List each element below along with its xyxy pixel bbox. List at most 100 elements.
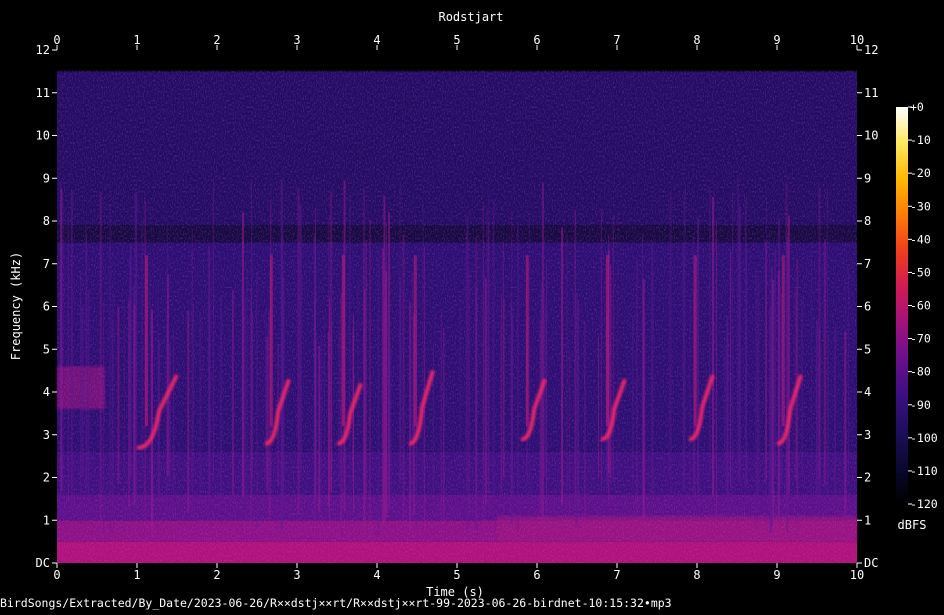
colorbar-strip: [896, 107, 908, 504]
streak: [135, 192, 138, 521]
y-tick-label: 3: [43, 428, 50, 442]
streak: [199, 311, 202, 501]
streak: [99, 192, 102, 528]
streak: [63, 202, 65, 507]
streak: [387, 305, 390, 510]
streak: [528, 211, 530, 513]
x-tick-label: 7: [613, 568, 620, 582]
streak: [834, 327, 837, 501]
streak: [242, 212, 245, 498]
x-axis-bottom: 0 1 2 3 4 5 6 7 8 9 10: [53, 563, 864, 582]
streak: [636, 259, 638, 518]
streak: [465, 230, 467, 492]
streak: [297, 188, 300, 514]
plot-area: [57, 50, 857, 563]
streak: [755, 269, 758, 528]
streak: [168, 345, 171, 487]
y-tick-label: 8: [864, 214, 871, 228]
y-axis-label: Frequency (kHz): [9, 252, 23, 360]
x-tick-label: 8: [693, 33, 700, 47]
streak: [575, 293, 578, 527]
y-tick-label: 2: [864, 471, 871, 485]
x-tick-label: 2: [213, 568, 220, 582]
phrase-harmonic: [693, 255, 697, 427]
y-tick-label: 2: [43, 471, 50, 485]
streak: [689, 300, 691, 503]
x-tick-label: 3: [293, 568, 300, 582]
streak: [70, 189, 73, 513]
streak: [577, 300, 579, 509]
streak: [127, 299, 130, 509]
colorbar-label: dBFS: [898, 518, 927, 532]
streak: [87, 290, 90, 510]
streak: [165, 324, 167, 492]
spectrogram-chart: Rodstjart 0 1 2 3 4 5 6 7 8 9 10 0 1 2 3 4 5 6 7 8 9 10 DC12…: [0, 10, 938, 610]
y-tick-label: 5: [864, 342, 871, 356]
streak: [385, 271, 388, 518]
streak: [736, 178, 739, 479]
streak: [103, 300, 105, 533]
colorbar-tick-label: -20: [910, 166, 931, 180]
x-tick-label: 8: [693, 568, 700, 582]
streak: [584, 322, 586, 534]
streak: [390, 348, 392, 485]
colorbar-tick-label: -80: [910, 365, 931, 379]
streak: [845, 273, 847, 515]
streak: [256, 271, 258, 527]
streak: [756, 338, 758, 514]
x-tick-label: 10: [850, 33, 864, 47]
colorbar: +0 -10 -20 -30 -40 -50 -60 -70 -80 -90 -100 -110 -12…: [896, 100, 938, 532]
streak: [632, 315, 634, 485]
x-tick-label: 6: [533, 568, 540, 582]
streak: [730, 250, 732, 488]
streak: [512, 315, 514, 501]
x-tick-label: 1: [133, 568, 140, 582]
colorbar-tick-label: -120: [910, 497, 938, 511]
y-tick-label: 11: [864, 86, 878, 100]
spectrogram-view: Rodstjart 0 1 2 3 4 5 6 7 8 9 10 0 1 2 3 4 5 6 7 8 9 10 DC 1 2…: [0, 0, 944, 611]
streak: [810, 242, 812, 516]
streak: [539, 320, 542, 514]
streak: [641, 233, 643, 516]
streak: [824, 239, 827, 486]
x-tick-label: 5: [453, 33, 460, 47]
y-tick-label: DC: [864, 556, 878, 570]
streak: [318, 346, 321, 513]
colorbar-tick-label: -100: [910, 431, 938, 445]
file-path: BirdSongs/Extracted/By_Date/2023-06-26/R…: [0, 596, 672, 610]
streak: [313, 235, 316, 521]
streak: [327, 331, 329, 507]
streak: [191, 232, 193, 511]
streak: [246, 272, 248, 519]
streak: [231, 289, 234, 496]
streak: [544, 305, 547, 477]
streak: [363, 189, 365, 527]
streak: [503, 299, 505, 477]
phrase-harmonic: [605, 255, 609, 427]
colorbar-tick-label: -50: [910, 265, 931, 279]
streak: [617, 211, 619, 491]
streak: [500, 294, 502, 492]
streak: [769, 306, 772, 534]
streak: [745, 249, 747, 487]
streak: [409, 301, 412, 534]
streak: [574, 209, 576, 497]
streak: [149, 273, 151, 498]
x-tick-label: 1: [133, 33, 140, 47]
streak: [475, 236, 478, 521]
x-tick-label: 7: [613, 33, 620, 47]
streak: [459, 294, 461, 484]
streak: [651, 241, 654, 498]
phrase-harmonic: [145, 255, 148, 427]
colorbar-tick-label: -10: [910, 133, 931, 147]
y-tick-label: 9: [43, 171, 50, 185]
streak: [546, 263, 548, 534]
streak: [468, 267, 470, 514]
streak: [338, 329, 340, 481]
streak: [815, 321, 818, 502]
streak: [111, 322, 113, 519]
y-tick-label: 7: [43, 257, 50, 271]
streak: [610, 265, 612, 478]
streak: [67, 216, 69, 502]
x-tick-label: 4: [373, 33, 380, 47]
